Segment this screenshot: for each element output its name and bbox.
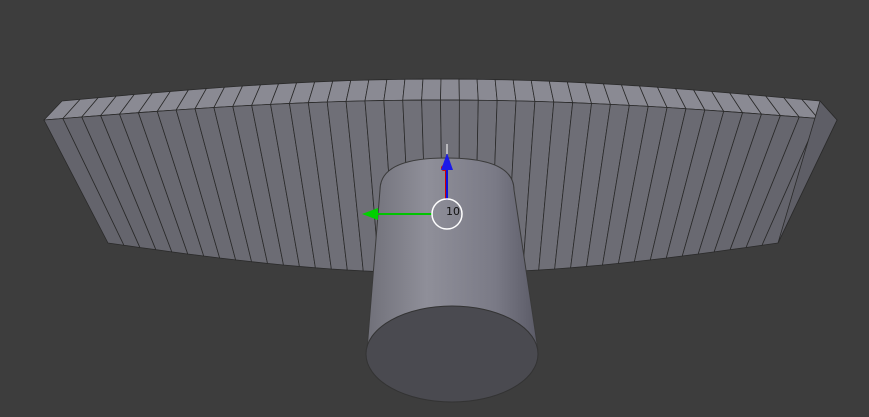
wall-top-segment (458, 78, 479, 101)
scene-canvas[interactable] (0, 0, 869, 417)
3d-viewport[interactable]: 10 (0, 0, 869, 417)
wall-top-segment (476, 78, 498, 101)
wall-top-segment (402, 78, 424, 101)
wall-top-segment (440, 78, 460, 101)
wall-top-segment (364, 79, 388, 102)
cylinder-bottom-cap (365, 305, 539, 403)
wall-top-segment (421, 78, 442, 101)
wall-top-segment (383, 78, 406, 101)
wall-top-segment (494, 79, 517, 102)
cylinder-object[interactable] (365, 157, 539, 403)
